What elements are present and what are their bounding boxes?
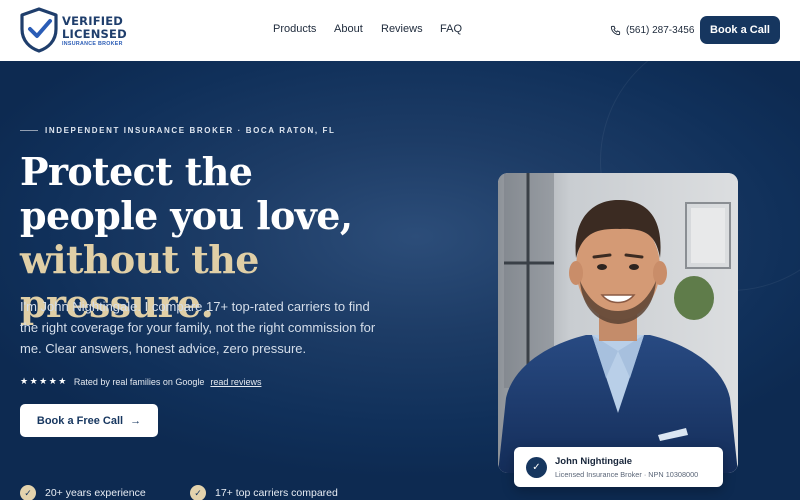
nav-link-faq[interactable]: FAQ [440, 23, 462, 35]
hero-section: INDEPENDENT INSURANCE BROKER · BOCA RATO… [0, 61, 800, 500]
brand-wordmark: VERIFIED LICENSED INSURANCE BROKER [62, 14, 127, 47]
brand-line2: LICENSED [62, 26, 127, 41]
book-a-call-button[interactable]: Book a Call [700, 16, 780, 44]
rating-text: Rated by real families on Google [73, 376, 205, 387]
hero-subtext: I'm John Nightingale. I compare 17+ top-… [20, 299, 376, 356]
headline-primary: Protect the people you love, [20, 149, 353, 238]
arrow-right-icon: → [130, 414, 142, 427]
read-reviews-link[interactable]: read reviews [210, 377, 261, 387]
check-badge-icon: ✓ [20, 485, 36, 500]
book-free-call-button[interactable]: Book a Free Call → [20, 404, 158, 437]
feature-text: 20+ years experience [45, 487, 146, 499]
broker-portrait [498, 173, 738, 473]
verified-check-icon: ✓ [526, 457, 547, 478]
check-badge-icon: ✓ [190, 485, 206, 500]
brand-line3: INSURANCE BROKER [62, 41, 123, 47]
hero-eyebrow: INDEPENDENT INSURANCE BROKER · BOCA RATO… [20, 126, 336, 135]
broker-name: John Nightingale [555, 456, 633, 467]
feature-text: 17+ top carriers compared [215, 487, 338, 499]
eyebrow-rule [20, 130, 38, 131]
phone-number: (561) 287-3456 [626, 24, 695, 36]
star-rating-icon: ★★★★★ [20, 376, 68, 386]
google-rating: ★★★★★ Rated by real families on Google r… [20, 376, 261, 387]
nav-link-products[interactable]: Products [273, 23, 316, 35]
brand-line1: VERIFIED [62, 14, 124, 28]
eyebrow-text: INDEPENDENT INSURANCE BROKER · BOCA RATO… [45, 126, 336, 135]
book-free-call-label: Book a Free Call [36, 414, 124, 427]
feature-experience: ✓ 20+ years experience [20, 485, 146, 500]
portrait-illustration [498, 173, 738, 473]
phone-link[interactable]: (561) 287-3456 [610, 22, 694, 38]
phone-icon [610, 25, 621, 35]
nav-link-about[interactable]: About [334, 23, 363, 35]
site-header: VERIFIED LICENSED INSURANCE BROKER Produ… [0, 0, 800, 61]
broker-credential-card: ✓ John Nightingale Licensed Insurance Br… [514, 447, 723, 487]
nav-link-reviews[interactable]: Reviews [381, 23, 423, 35]
broker-license: Licensed Insurance Broker · NPN 10308000 [555, 470, 699, 479]
brand-logo[interactable]: VERIFIED LICENSED INSURANCE BROKER [19, 7, 149, 53]
feature-carriers: ✓ 17+ top carriers compared [190, 485, 338, 500]
shield-check-icon [20, 7, 58, 53]
